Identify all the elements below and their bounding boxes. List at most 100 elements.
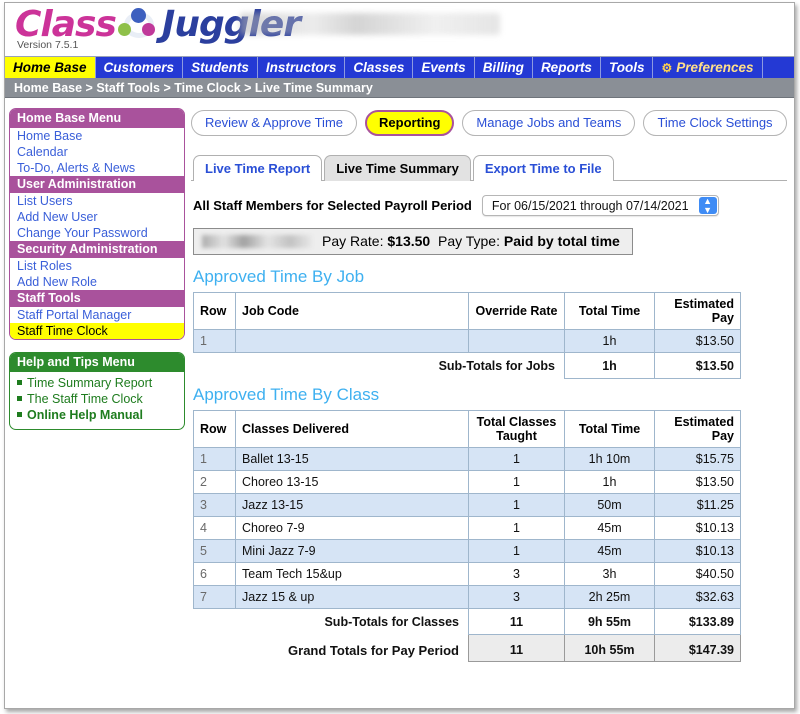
table-header-row: Row Job Code Override Rate Total Time Es… [193,292,741,330]
subtotal-total-time: 9h 55m [564,608,655,635]
cell-classes-taught: 3 [468,562,565,586]
subtotal-estimated-pay: $133.89 [654,608,741,635]
version-label: Version 7.5.1 [17,39,79,51]
home-base-menu-header: Home Base Menu [10,109,184,128]
nav-item-home-base[interactable]: Home Base [5,57,96,78]
page-root: Class Juggler Version 7.5.1 Home Base Cus… [0,0,800,714]
section-title-approved-time-by-job: Approved Time By Job [193,267,365,286]
sidebar-group-security-administration: Security Administration [10,241,184,258]
nav-item-students[interactable]: Students [183,57,258,78]
help-menu-links: Time Summary Report The Staff Time Clock… [10,372,184,429]
subtotal-estimated-pay: $13.50 [654,352,741,379]
cell-row: 1 [193,329,236,353]
button-review-approve-time[interactable]: Review & Approve Time [191,110,358,136]
cell-total-time: 50m [564,493,655,517]
nav-item-billing[interactable]: Billing [475,57,533,78]
subtotal-label: Sub-Totals for Classes [193,608,469,635]
payroll-period-row: All Staff Members for Selected Payroll P… [191,195,787,216]
payroll-period-select[interactable]: For 06/15/2021 through 07/14/2021 ▲ ▼ [481,195,719,216]
table-row: 3 Jazz 13-15 1 50m $11.25 [193,493,741,517]
cell-total-time: 1h [564,470,655,494]
home-base-menu-links: Home Base Calendar To-Do, Alerts & News [10,128,184,176]
cell-estimated-pay: $10.13 [654,539,741,563]
sidebar-item-staff-portal-manager[interactable]: Staff Portal Manager [10,307,184,323]
th-row: Row [193,410,236,448]
nav-item-classes[interactable]: Classes [345,57,414,78]
tab-live-time-report[interactable]: Live Time Report [193,155,323,181]
cell-class-name: Mini Jazz 7-9 [235,539,469,563]
nav-item-events[interactable]: Events [413,57,475,78]
button-manage-jobs-and-teams[interactable]: Manage Jobs and Teams [462,110,636,136]
help-link-online-help-manual[interactable]: Online Help Manual [10,407,184,423]
grand-total-classes-taught: 11 [468,634,565,662]
cell-classes-taught: 1 [468,470,565,494]
cell-total-time: 1h [564,329,655,353]
cell-classes-taught: 3 [468,585,565,609]
th-row: Row [193,292,236,330]
cell-total-time: 45m [564,516,655,540]
help-and-tips-menu: Help and Tips Menu Time Summary Report T… [9,352,185,430]
cell-class-name: Jazz 15 & up [235,585,469,609]
cell-total-time: 1h 10m [564,447,655,471]
sidebar-item-list-users[interactable]: List Users [10,193,184,209]
cell-estimated-pay: $10.13 [654,516,741,540]
school-name-redacted [240,13,500,35]
th-job-code: Job Code [235,292,469,330]
chevron-updown-icon: ▲ ▼ [698,196,717,214]
sidebar-item-staff-time-clock[interactable]: Staff Time Clock [10,323,184,339]
help-menu-header: Help and Tips Menu [10,353,184,372]
sidebar-item-home-base[interactable]: Home Base [10,128,184,144]
th-total-time: Total Time [564,410,655,448]
juggling-balls-icon [116,8,162,42]
cell-class-name: Ballet 13-15 [235,447,469,471]
section-button-bar: Review & Approve Time Reporting Manage J… [191,110,787,136]
payroll-period-selected-value: For 06/15/2021 through 07/14/2021 [491,198,689,213]
section-title-approved-time-by-class: Approved Time By Class [193,385,380,404]
th-estimated-pay: Estimated Pay [654,410,741,448]
sidebar: Home Base Menu Home Base Calendar To-Do,… [5,98,185,442]
help-link-the-staff-time-clock[interactable]: The Staff Time Clock [10,391,184,407]
nav-item-reports[interactable]: Reports [533,57,601,78]
nav-item-preferences-label: Preferences [676,60,754,75]
pay-rate-value: $13.50 [387,233,431,249]
table-row: 1 1h $13.50 [193,329,741,353]
browser-window: Class Juggler Version 7.5.1 Home Base Cus… [4,2,795,709]
nav-item-preferences[interactable]: ⚙ Preferences [653,57,763,78]
pay-type-label: Pay Type: [437,233,500,249]
cell-classes-taught: 1 [468,493,565,517]
cell-class-name: Team Tech 15&up [235,562,469,586]
sidebar-item-add-new-user[interactable]: Add New User [10,209,184,225]
tab-export-time-to-file[interactable]: Export Time to File [472,155,614,181]
cell-estimated-pay: $13.50 [654,329,741,353]
table-header-row: Row Classes Delivered Total Classes Taug… [193,410,741,448]
cell-row: 6 [193,562,236,586]
help-link-label: Online Help Manual [27,408,143,422]
button-time-clock-settings[interactable]: Time Clock Settings [643,110,787,136]
sidebar-item-todo-alerts-news[interactable]: To-Do, Alerts & News [10,160,184,176]
sidebar-item-change-your-password[interactable]: Change Your Password [10,225,184,241]
nav-item-tools[interactable]: Tools [601,57,654,78]
sidebar-item-add-new-role[interactable]: Add New Role [10,274,184,290]
help-link-time-summary-report[interactable]: Time Summary Report [10,375,184,391]
table-grand-total-row: Grand Totals for Pay Period 11 10h 55m $… [193,634,741,662]
bullet-icon [17,412,22,417]
cell-class-name: Choreo 7-9 [235,516,469,540]
th-total-classes-taught: Total Classes Taught [468,410,565,448]
nav-item-instructors[interactable]: Instructors [258,57,346,78]
tab-live-time-summary[interactable]: Live Time Summary [324,155,471,181]
sidebar-item-calendar[interactable]: Calendar [10,144,184,160]
button-reporting[interactable]: Reporting [365,110,455,136]
cell-row: 5 [193,539,236,563]
sidebar-item-list-roles[interactable]: List Roles [10,258,184,274]
payroll-period-label: All Staff Members for Selected Payroll P… [193,198,472,213]
help-link-label: The Staff Time Clock [27,392,143,406]
cell-estimated-pay: $15.75 [654,447,741,471]
grand-total-total-time: 10h 55m [564,634,655,662]
page-body: Home Base Menu Home Base Calendar To-Do,… [5,98,794,662]
cell-row: 2 [193,470,236,494]
nav-item-customers[interactable]: Customers [96,57,184,78]
cell-classes-taught: 1 [468,539,565,563]
pay-rate-label: Pay Rate: [322,233,384,249]
table-row: 5 Mini Jazz 7-9 1 45m $10.13 [193,539,741,563]
cell-class-name: Jazz 13-15 [235,493,469,517]
